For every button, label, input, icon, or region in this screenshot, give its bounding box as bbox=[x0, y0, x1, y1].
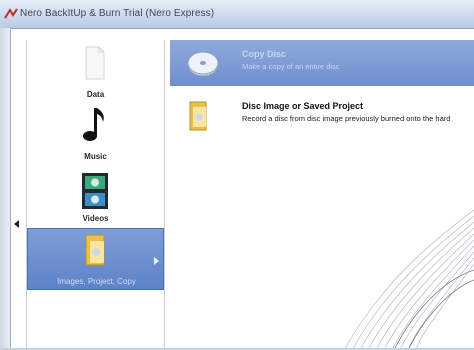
decorative-swoosh-graphic bbox=[343, 209, 474, 350]
task-panel: Copy Disc Make a copy of an entire disc … bbox=[170, 40, 474, 350]
task-title: Copy Disc bbox=[242, 49, 287, 59]
window-frame-left bbox=[0, 28, 11, 350]
sidebar-item-label: Images, Project, Copy bbox=[57, 277, 136, 286]
film-reel-icon bbox=[82, 173, 108, 209]
sidebar-item-images-project-copy[interactable]: Images, Project, Copy bbox=[27, 228, 164, 290]
sidebar-item-data[interactable]: Data bbox=[27, 40, 164, 100]
sidebar-item-label: Videos bbox=[82, 214, 109, 223]
nero-logo-icon bbox=[4, 8, 18, 19]
chevron-right-icon bbox=[154, 257, 159, 265]
task-description: Record a disc from disc image previously… bbox=[242, 114, 451, 123]
task-copy-disc[interactable]: Copy Disc Make a copy of an entire disc bbox=[170, 40, 474, 86]
sidebar-item-label: Music bbox=[84, 152, 107, 161]
window-title: Nero BackItUp & Burn Trial (Nero Express… bbox=[20, 8, 215, 19]
project-folder-icon bbox=[189, 101, 207, 131]
task-description: Make a copy of an entire disc bbox=[242, 62, 340, 71]
collapse-sidebar-icon[interactable] bbox=[14, 220, 19, 228]
folder-icon bbox=[85, 234, 105, 266]
sidebar-item-videos[interactable]: Videos bbox=[27, 166, 164, 226]
nero-window: Nero BackItUp & Burn Trial (Nero Express… bbox=[0, 0, 474, 350]
task-disc-image-saved-project[interactable]: Disc Image or Saved Project Record a dis… bbox=[170, 94, 474, 140]
title-bar[interactable]: Nero BackItUp & Burn Trial (Nero Express… bbox=[0, 0, 474, 29]
music-note-icon bbox=[83, 108, 104, 141]
sidebar-item-music[interactable]: Music bbox=[27, 102, 164, 164]
task-title: Disc Image or Saved Project bbox=[242, 101, 364, 111]
blank-document-icon bbox=[85, 46, 105, 80]
disc-copy-icon bbox=[187, 51, 219, 77]
sidebar-item-label: Data bbox=[86, 90, 105, 99]
category-sidebar: Data Music Videos Images, Project, Copy bbox=[26, 40, 165, 350]
